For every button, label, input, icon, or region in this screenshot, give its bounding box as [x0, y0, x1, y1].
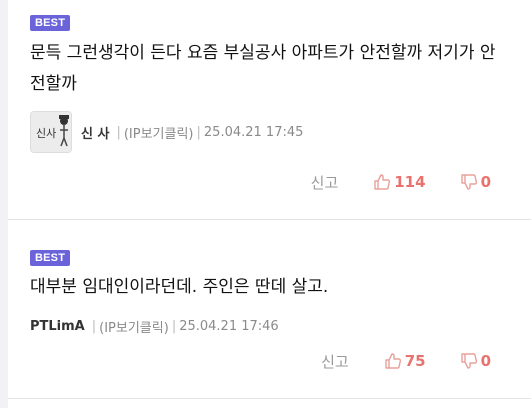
thumbs-up-icon	[384, 353, 401, 369]
like-count: 75	[404, 352, 426, 370]
report-button[interactable]: 신고	[311, 172, 339, 193]
avatar[interactable]: 신사	[30, 111, 72, 153]
meta-separator: |	[171, 318, 177, 334]
dislike-button[interactable]: 0	[460, 173, 491, 191]
meta-separator: |	[91, 318, 97, 334]
avatar-image: 신사	[31, 112, 71, 152]
comment-item: BEST 문득 그런생각이 든다 요즘 부실공사 아파트가 안전할까 저기가 안…	[8, 0, 531, 219]
divider	[8, 398, 531, 399]
like-count: 114	[394, 173, 426, 191]
author-name[interactable]: PTLimA	[30, 319, 85, 334]
comment-date: 25.04.21 17:46	[179, 318, 279, 334]
comment-date: 25.04.21 17:45	[203, 124, 304, 140]
ip-view-link[interactable]: (IP보기클릭)	[99, 317, 169, 336]
ip-view-link[interactable]: (IP보기클릭)	[124, 123, 194, 142]
dislike-button[interactable]: 0	[460, 352, 491, 370]
meta-separator: |	[196, 124, 201, 140]
thumbs-down-icon	[460, 174, 477, 190]
thumbs-down-icon	[460, 353, 477, 369]
comment-item: BEST 대부분 임대인이라던데. 주인은 딴데 살고. PTLimA | (I…	[8, 220, 531, 398]
like-button[interactable]: 114	[373, 173, 426, 191]
author-name[interactable]: 신 사	[81, 123, 109, 142]
comment-list: BEST 문득 그런생각이 든다 요즘 부실공사 아파트가 안전할까 저기가 안…	[8, 0, 531, 408]
comment-actions: 신고 75 0	[321, 350, 491, 372]
comment-actions: 신고 114 0	[311, 171, 491, 193]
best-badge: BEST	[30, 15, 71, 31]
meta-separator: |	[116, 124, 121, 140]
comment-meta: 신사 신 사 | (IP보기클릭) | 25.04.21 17:45	[30, 110, 303, 154]
report-button[interactable]: 신고	[321, 351, 349, 372]
comment-meta: PTLimA | (IP보기클릭) | 25.04.21 17:46	[30, 304, 279, 348]
best-badge: BEST	[30, 250, 71, 266]
comment-text: 문득 그런생각이 든다 요즘 부실공사 아파트가 안전할까 저기가 안전할까	[30, 43, 496, 94]
like-button[interactable]: 75	[384, 352, 426, 370]
comment-text: 대부분 임대인이라던데. 주인은 딴데 살고.	[30, 277, 329, 297]
avatar-lettering: 신사	[36, 127, 56, 140]
thumbs-up-icon	[374, 174, 391, 190]
dislike-count: 0	[480, 352, 491, 370]
dislike-count: 0	[480, 173, 491, 191]
